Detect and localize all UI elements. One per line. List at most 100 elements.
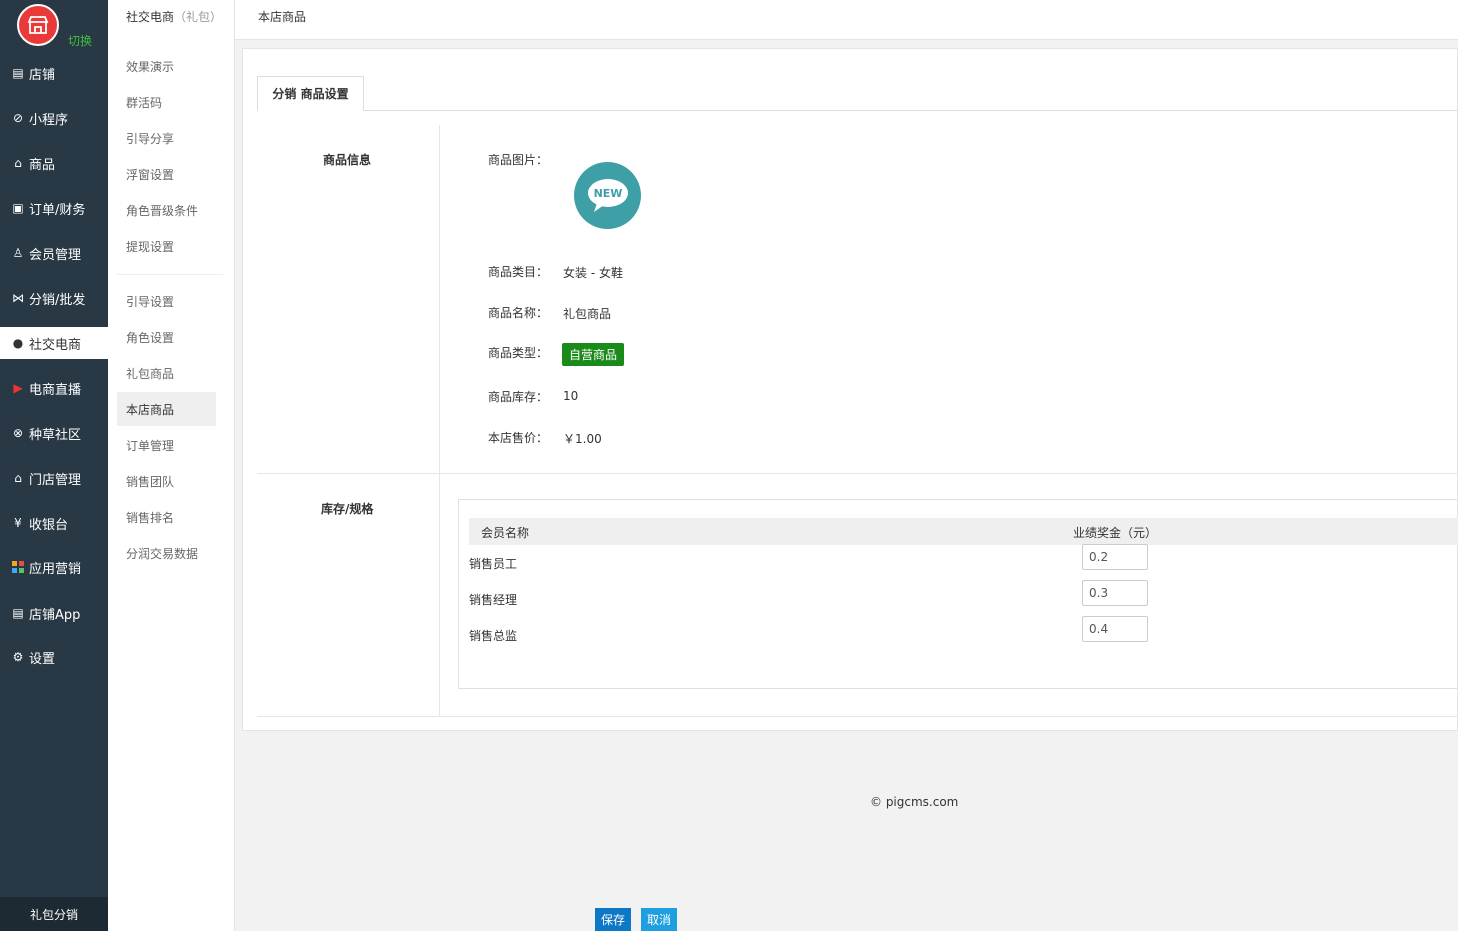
section-divider-vertical <box>439 125 440 717</box>
miniprogram-icon: ⊘ <box>12 111 24 125</box>
nav-label: 分销/批发 <box>29 292 86 308</box>
submenu-item-role-settings[interactable]: 角色设置 <box>117 320 216 354</box>
share-icon: ⋈ <box>12 291 24 305</box>
submenu-item-role-promotion[interactable]: 角色晋级条件 <box>117 193 216 227</box>
cashier-icon: ¥ <box>14 516 22 530</box>
new-badge-icon: NEW <box>587 178 628 212</box>
nav-label: 小程序 <box>29 112 69 128</box>
nav-label: 设置 <box>29 651 56 667</box>
submenu-title-text: 社交电商 <box>126 10 175 24</box>
submenu-item-sales-team[interactable]: 销售团队 <box>117 464 216 498</box>
submenu-item-order-management[interactable]: 订单管理 <box>117 428 216 462</box>
name-label: 商品名称： <box>488 306 549 320</box>
nav-item-distribution[interactable]: ⋈ 分销/批发 <box>0 282 108 314</box>
column-header-member: 会员名称 <box>481 526 530 540</box>
apps-icon <box>11 560 25 574</box>
members-icon: ♙ <box>12 246 24 260</box>
type-badge: 自营商品 <box>562 343 625 366</box>
submenu-item-withdraw[interactable]: 提现设置 <box>117 229 216 263</box>
submenu-item-guide-share[interactable]: 引导分享 <box>117 121 216 155</box>
bonus-input[interactable] <box>1082 580 1148 606</box>
nav-label: 社交电商 <box>29 337 82 353</box>
nav-item-shop[interactable]: ▤ 店铺 <box>0 57 108 89</box>
table-row-member: 销售经理 <box>469 593 518 607</box>
nav-item-cashier[interactable]: ¥ 收银台 <box>0 507 108 539</box>
submenu-title-sub: （礼包） <box>174 10 223 24</box>
nav-item-goods[interactable]: ⌂ 商品 <box>0 147 108 179</box>
nav-label: 应用营销 <box>29 561 82 577</box>
switch-link[interactable]: 切换 <box>68 32 92 49</box>
nav-label: 店铺 <box>29 67 56 83</box>
submenu-item-float-window[interactable]: 浮窗设置 <box>117 157 216 191</box>
shop-icon: ▤ <box>12 66 24 80</box>
submenu-title: 社交电商（礼包） <box>126 8 222 25</box>
nav-label: 商品 <box>29 157 56 173</box>
nav-label: 订单/财务 <box>29 202 86 218</box>
category-label: 商品类目： <box>488 265 549 279</box>
gear-icon: ⚙ <box>12 650 24 664</box>
section-title-stock-spec: 库存/规格 <box>321 502 374 516</box>
submenu-item-profit-data[interactable]: 分润交易数据 <box>117 536 216 570</box>
nav-item-settings[interactable]: ⚙ 设置 <box>0 641 108 673</box>
bonus-table-header: 会员名称 业绩奖金（元） <box>469 518 1458 545</box>
category-value: 女装 - 女鞋 <box>563 266 623 280</box>
bonus-input[interactable] <box>1082 544 1148 570</box>
submenu-item-gift-goods[interactable]: 礼包商品 <box>117 356 216 390</box>
section-divider-bottom <box>257 716 1458 717</box>
price-label: 本店售价： <box>488 431 549 445</box>
submenu-item-group-qr[interactable]: 群活码 <box>117 85 216 119</box>
sidebar-bottom-label[interactable]: 礼包分销 <box>0 897 108 931</box>
column-header-bonus: 业绩奖金（元） <box>1073 526 1158 540</box>
live-icon: ▶ <box>13 381 23 395</box>
nav-label: 收银台 <box>29 517 69 533</box>
logo-area: 切换 <box>0 0 108 52</box>
nav-item-community[interactable]: ⊗ 种草社区 <box>0 417 108 449</box>
tab-underline <box>257 110 1458 111</box>
image-label: 商品图片： <box>488 153 549 167</box>
top-bar: 本店商品 <box>235 0 1458 40</box>
product-image[interactable]: NEW <box>574 162 641 229</box>
order-icon: ▣ <box>12 201 24 215</box>
name-value: 礼包商品 <box>563 307 612 321</box>
save-button[interactable]: 保存 <box>595 908 632 931</box>
nav-item-live[interactable]: ▶ 电商直播 <box>0 372 108 404</box>
section-divider <box>257 473 1458 474</box>
community-icon: ⊗ <box>12 426 24 440</box>
section-title-product-info: 商品信息 <box>323 153 372 167</box>
stock-label: 商品库存： <box>488 390 549 404</box>
main-card: 分销 商品设置 商品信息 商品图片： NEW 商品类目： 女装 - 女鞋 商品名… <box>242 48 1458 731</box>
nav-label: 店铺App <box>29 607 81 623</box>
cancel-button[interactable]: 取消 <box>641 908 678 931</box>
tab-distribution-goods-settings[interactable]: 分销 商品设置 <box>257 76 364 111</box>
nav-label: 门店管理 <box>29 472 82 488</box>
nav-item-shop-app[interactable]: ▤ 店铺App <box>0 597 108 629</box>
nav-label: 种草社区 <box>29 427 82 443</box>
submenu-item-guide-settings[interactable]: 引导设置 <box>117 284 216 318</box>
nav-item-apps[interactable]: 应用营销 <box>0 551 108 583</box>
nav-item-orders[interactable]: ▣ 订单/财务 <box>0 192 108 224</box>
nav-item-miniprogram[interactable]: ⊘ 小程序 <box>0 102 108 134</box>
stock-value: 10 <box>563 389 579 403</box>
submenu-divider <box>117 274 223 275</box>
nav-item-members[interactable]: ♙ 会员管理 <box>0 237 108 269</box>
nav-item-social-commerce[interactable]: ● 社交电商 <box>0 327 108 359</box>
bonus-input[interactable] <box>1082 616 1148 642</box>
shop-logo-icon[interactable] <box>17 4 59 46</box>
wechat-icon: ● <box>12 336 24 350</box>
price-value: ￥1.00 <box>563 432 602 446</box>
page-title: 本店商品 <box>258 10 307 24</box>
nav-label: 会员管理 <box>29 247 82 263</box>
app-icon: ▤ <box>12 606 24 620</box>
secondary-menu: 社交电商（礼包） 效果演示 群活码 引导分享 浮窗设置 角色晋级条件 提现设置 … <box>108 0 235 931</box>
submenu-item-sales-ranking[interactable]: 销售排名 <box>117 500 216 534</box>
submenu-item-store-goods[interactable]: 本店商品 <box>117 392 216 426</box>
nav-item-stores[interactable]: ⌂ 门店管理 <box>0 462 108 494</box>
svg-text:NEW: NEW <box>593 187 622 200</box>
nav-label: 电商直播 <box>29 382 82 398</box>
copyright: © pigcms.com <box>870 795 959 809</box>
submenu-item-demo[interactable]: 效果演示 <box>117 49 216 83</box>
bonus-table: 会员名称 业绩奖金（元） 销售员工 销售经理 销售总监 <box>458 499 1458 689</box>
type-label: 商品类型： <box>488 346 549 360</box>
bag-icon: ⌂ <box>14 156 22 170</box>
table-row-member: 销售总监 <box>469 629 518 643</box>
